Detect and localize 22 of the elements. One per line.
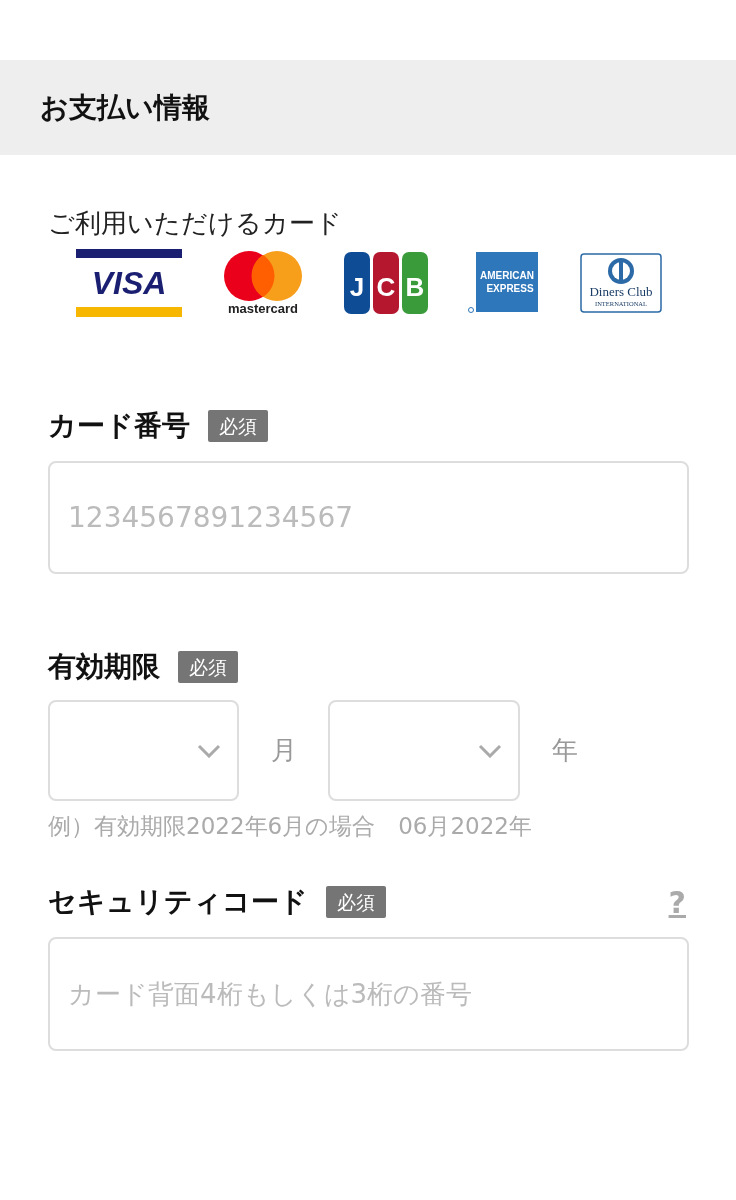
year-select[interactable] xyxy=(328,700,520,801)
month-select[interactable] xyxy=(48,700,239,801)
month-unit: 月 xyxy=(269,734,298,767)
chevron-down-icon xyxy=(478,743,502,758)
card-number-field[interactable]: 1234567891234567 xyxy=(48,461,689,574)
required-badge: 必須 xyxy=(178,650,238,684)
chevron-down-icon xyxy=(197,743,221,758)
field-label: セキュリティコード xyxy=(48,884,308,920)
required-badge: 必須 xyxy=(208,409,268,443)
expiry-example-text: 例）有効期限2022年6月の場合 06月2022年 xyxy=(48,812,533,841)
visa-logo: VISA xyxy=(76,249,182,317)
required-badge: 必須 xyxy=(326,885,386,919)
section-title: お支払い情報 xyxy=(40,89,210,126)
field-label: 有効期限 xyxy=(48,649,160,685)
year-unit: 年 xyxy=(550,734,579,767)
security-code-field[interactable]: カード背面4桁もしくは3桁の番号 xyxy=(48,936,689,1051)
accepted-cards-label: ご利用いただけるカード xyxy=(48,207,343,240)
jcb-logo: J C B xyxy=(344,252,428,314)
field-label: カード番号 xyxy=(48,408,190,444)
mastercard-logo: mastercard xyxy=(222,250,304,316)
amex-logo: AMERICAN EXPRESS xyxy=(468,252,540,314)
help-link[interactable]: ? xyxy=(668,879,686,925)
